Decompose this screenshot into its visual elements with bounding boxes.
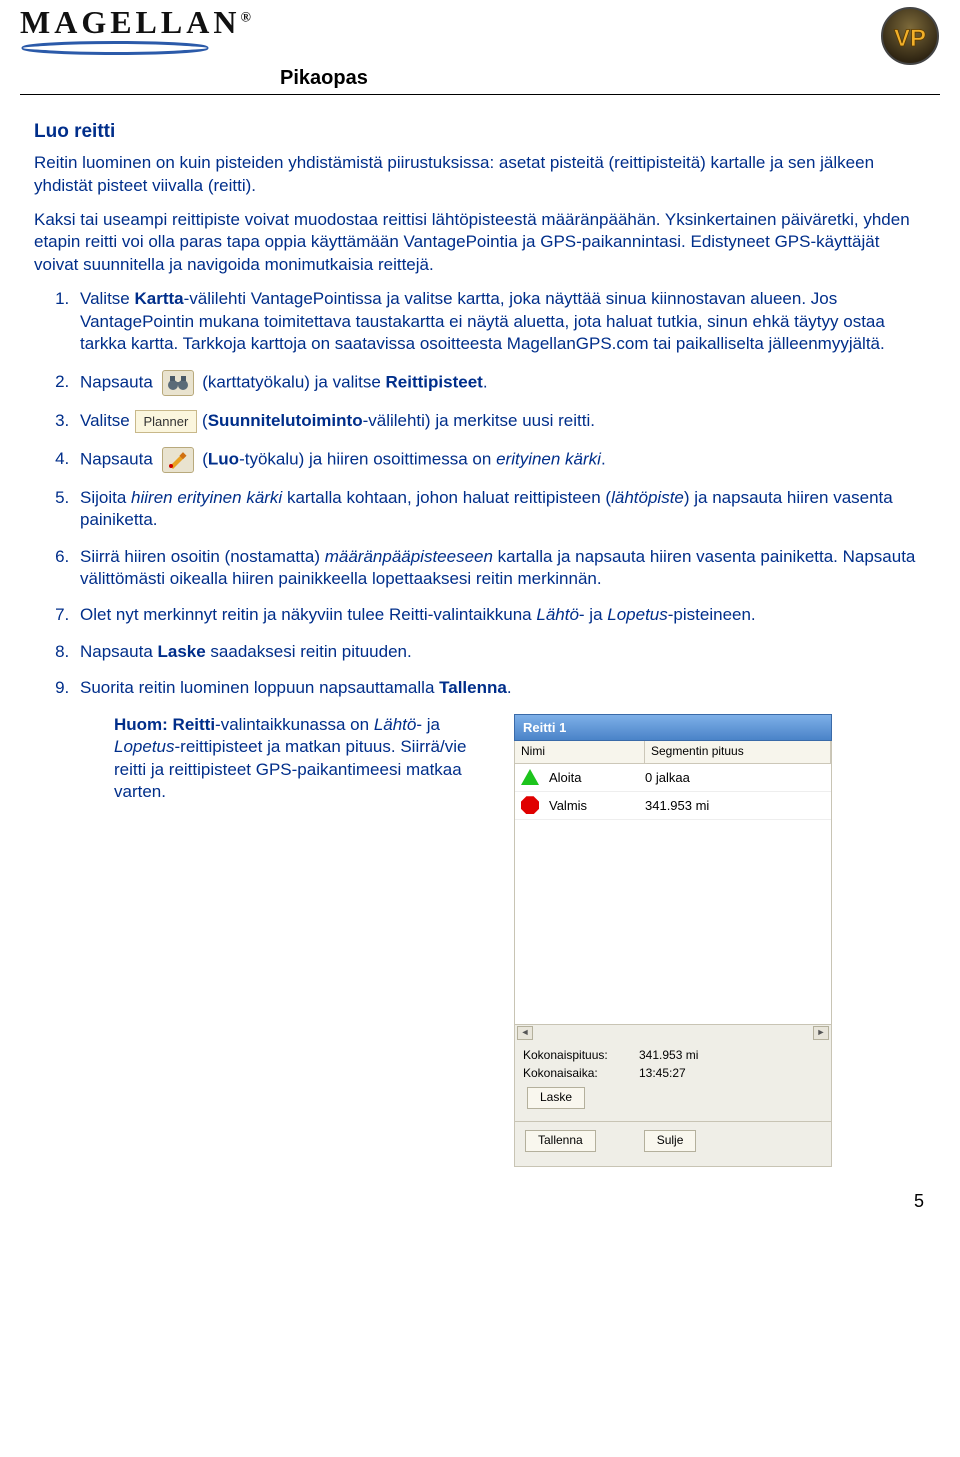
page-title: Pikaopas	[280, 67, 940, 90]
total-length-value: 341.953 mi	[639, 1048, 698, 1064]
dialog-title: Reitti 1	[514, 714, 832, 741]
calculate-button[interactable]: Laske	[527, 1087, 585, 1109]
step-1: Valitse Kartta-välilehti VantagePointiss…	[74, 288, 926, 355]
total-length-label: Kokonaispituus:	[523, 1048, 619, 1064]
total-time-label: Kokonaisaika:	[523, 1066, 619, 1082]
step-8: Napsauta Laske saadaksesi reitin pituude…	[74, 641, 926, 663]
step-5: Sijoita hiiren erityinen kärki kartalla …	[74, 487, 926, 532]
title-divider	[20, 94, 940, 95]
svg-text:VP: VP	[894, 25, 926, 52]
total-time-value: 13:45:27	[639, 1066, 686, 1082]
row-segment: 0 jalkaa	[645, 769, 690, 786]
start-triangle-icon	[521, 769, 539, 785]
planner-tab-icon: Planner	[135, 410, 198, 433]
binoculars-icon	[162, 370, 194, 396]
row-name: Aloita	[549, 769, 645, 786]
scroll-left-icon[interactable]: ◄	[517, 1026, 533, 1040]
brand-name: MAGELLAN®	[20, 6, 255, 38]
brand-logo: MAGELLAN®	[20, 6, 255, 56]
vp-badge-icon: VP	[880, 6, 940, 71]
save-button[interactable]: Tallenna	[525, 1130, 596, 1152]
section-heading: Luo reitti	[34, 119, 926, 144]
row-name: Valmis	[549, 797, 645, 814]
stop-octagon-icon	[521, 796, 539, 814]
intro-paragraph-2: Kaksi tai useampi reittipiste voivat muo…	[34, 209, 926, 276]
scroll-right-icon[interactable]: ►	[813, 1026, 829, 1040]
column-header-segment[interactable]: Segmentin pituus	[645, 741, 831, 763]
route-dialog: Reitti 1 Nimi Segmentin pituus Aloita 0 …	[514, 714, 832, 1167]
step-2: Napsauta (karttatyökalu) ja valitse Reit…	[74, 370, 926, 396]
step-7: Olet nyt merkinnyt reitin ja näkyviin tu…	[74, 604, 926, 626]
note-text: Huom: Reitti-valintaikkunassa on Lähtö- …	[114, 714, 494, 1167]
route-row-start[interactable]: Aloita 0 jalkaa	[515, 764, 831, 792]
column-header-name[interactable]: Nimi	[515, 741, 645, 763]
step-9: Suorita reitin luominen loppuun napsautt…	[74, 677, 926, 699]
route-row-end[interactable]: Valmis 341.953 mi	[515, 792, 831, 820]
close-button[interactable]: Sulje	[644, 1130, 697, 1152]
page-number: 5	[20, 1191, 940, 1212]
step-4: Napsauta (Luo-työkalu) ja hiiren osoitti…	[74, 447, 926, 473]
step-3: Valitse Planner (Suunnitelutoiminto-väli…	[74, 410, 926, 433]
horizontal-scrollbar[interactable]: ◄ ►	[515, 1024, 831, 1042]
create-tool-icon	[162, 447, 194, 473]
row-segment: 341.953 mi	[645, 797, 709, 814]
intro-paragraph-1: Reitin luominen on kuin pisteiden yhdist…	[34, 152, 926, 197]
step-6: Siirrä hiiren osoitin (nostamatta) määrä…	[74, 546, 926, 591]
